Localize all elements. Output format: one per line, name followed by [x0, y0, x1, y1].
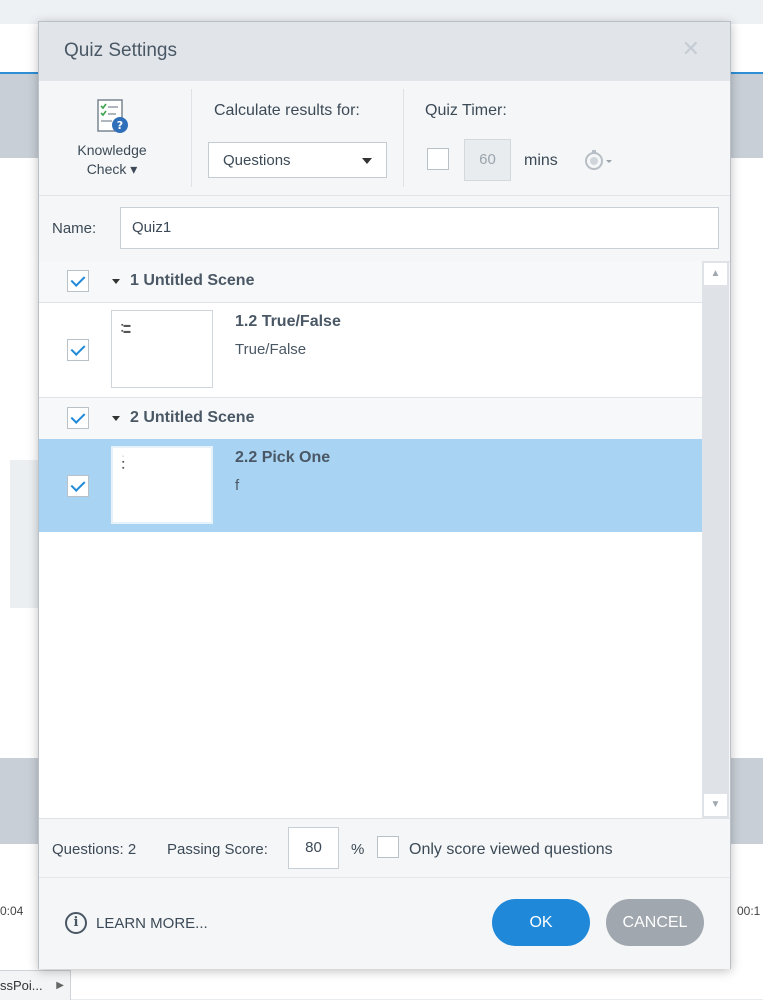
quiz-settings-dialog: Quiz Settings ✕ ? Knowledge Check ▾ Calc…	[38, 21, 731, 969]
chevron-down-icon	[362, 158, 372, 164]
slide-subtitle: f	[235, 477, 240, 494]
only-viewed-label: Only score viewed questions	[409, 841, 613, 858]
timer-unit-label: mins	[524, 152, 558, 169]
stopwatch-icon	[585, 150, 612, 170]
thumbnail-content-icon: · ▪ ▪	[122, 453, 125, 472]
calculate-results-value: Questions	[223, 152, 291, 169]
question-list: 1 Untitled Scene ▪▬ ▪▬ 1.2 True/False Tru…	[39, 261, 702, 818]
scroll-up-icon[interactable]: ▲	[704, 263, 727, 285]
caret-down-icon[interactable]	[112, 416, 120, 421]
slide-thumbnail: · ▪ ▪	[111, 446, 213, 524]
scene-label: 2 Untitled Scene	[130, 409, 255, 426]
slide-subtitle: True/False	[235, 341, 307, 358]
quiz-timer-checkbox[interactable]	[427, 148, 449, 170]
dialog-title: Quiz Settings	[64, 40, 177, 61]
learn-more-label: LEARN MORE...	[96, 915, 208, 932]
info-icon: i	[65, 912, 87, 934]
thumbnail-content-icon: ▪▬ ▪▬	[121, 322, 131, 335]
knowledge-check-label-2: Check ▾	[86, 161, 138, 177]
knowledge-check-button[interactable]: ? Knowledge Check ▾	[64, 97, 160, 179]
timeline-time-right: 00:1	[737, 904, 761, 918]
list-scrollbar[interactable]: ▲ ▼	[702, 261, 729, 818]
scene-checkbox[interactable]	[67, 407, 89, 429]
caret-down-icon[interactable]	[112, 279, 120, 284]
slide-title: 2.2 Pick One	[235, 449, 331, 466]
quiz-name-input[interactable]: Quiz1	[120, 207, 719, 249]
quiz-timer-label: Quiz Timer:	[425, 102, 507, 119]
percent-sign: %	[351, 841, 365, 858]
quiz-footer: Questions: 2 Passing Score: 80 % Only sc…	[39, 818, 730, 877]
bottom-tab-label: ssPoi...	[0, 978, 43, 993]
timeline-time-left: 0:04	[0, 904, 24, 918]
passing-score-input[interactable]: 80	[288, 827, 339, 869]
cancel-button[interactable]: CANCEL	[606, 899, 704, 946]
quiz-timer-input[interactable]: 60	[464, 139, 511, 181]
button-bar: i LEARN MORE... OK CANCEL	[39, 877, 730, 969]
slide-thumbnail: ▪▬ ▪▬	[111, 310, 213, 388]
dialog-titlebar: Quiz Settings ✕	[39, 22, 730, 81]
knowledge-check-icon: ?	[97, 99, 128, 133]
scene-row[interactable]: 1 Untitled Scene	[39, 261, 702, 303]
ok-button[interactable]: OK	[492, 899, 590, 946]
bottom-tab[interactable]: ssPoi... ▶	[0, 970, 71, 1000]
divider	[191, 89, 192, 187]
slide-row[interactable]: ▪▬ ▪▬ 1.2 True/False True/False	[39, 303, 702, 396]
svg-text:?: ?	[117, 119, 123, 132]
scroll-down-icon[interactable]: ▼	[704, 794, 727, 816]
name-label: Name:	[52, 220, 97, 237]
app-canvas-panel	[10, 460, 40, 608]
questions-count: Questions: 2	[52, 841, 137, 858]
calculate-results-label: Calculate results for:	[214, 102, 360, 119]
scene-row[interactable]: 2 Untitled Scene	[39, 397, 702, 440]
only-viewed-checkbox[interactable]	[377, 836, 399, 858]
knowledge-check-label-1: Knowledge	[77, 142, 147, 158]
close-icon[interactable]: ✕	[682, 36, 700, 62]
divider	[403, 89, 404, 187]
slide-checkbox[interactable]	[67, 339, 89, 361]
scene-checkbox[interactable]	[67, 270, 89, 292]
slide-row-selected[interactable]: · ▪ ▪ 2.2 Pick One f	[39, 439, 702, 532]
chevron-right-icon: ▶	[56, 980, 64, 991]
passing-score-label: Passing Score:	[167, 841, 268, 858]
slide-checkbox[interactable]	[67, 475, 89, 497]
calculate-results-dropdown[interactable]: Questions	[208, 142, 387, 178]
stopwatch-dropdown[interactable]	[584, 149, 616, 176]
slide-title: 1.2 True/False	[235, 313, 341, 330]
scene-label: 1 Untitled Scene	[130, 272, 255, 289]
name-row: Name: Quiz1	[39, 195, 730, 262]
